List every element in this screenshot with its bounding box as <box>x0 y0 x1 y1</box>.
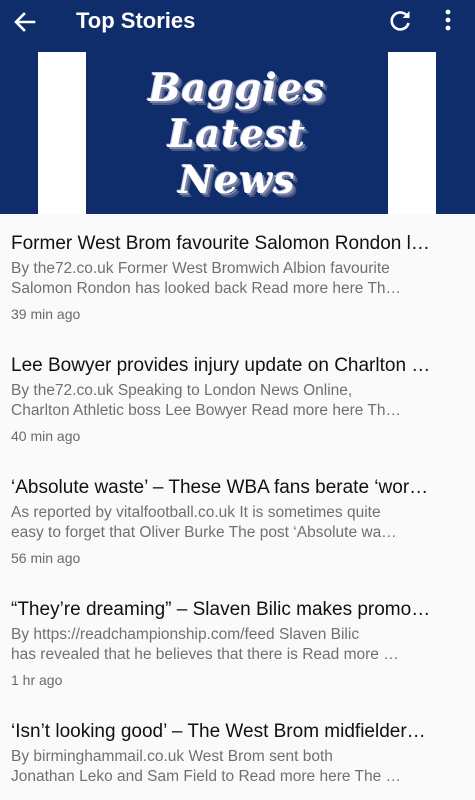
banner-logo-line3: News <box>178 157 296 202</box>
banner-logo-line2: Latest <box>167 111 307 156</box>
story-headline: Former West Brom favourite Salomon Rondo… <box>11 233 430 254</box>
story-timestamp: 39 min ago <box>11 306 81 322</box>
refresh-icon <box>390 11 410 31</box>
story-headline: Lee Bowyer provides injury update on Cha… <box>11 355 431 376</box>
banner-logo-line1: Baggies <box>148 65 326 110</box>
banner-stripe-left <box>38 52 86 214</box>
story-summary-line: By the72.co.uk Speaking to London News O… <box>11 382 353 399</box>
list-item[interactable]: Lee Bowyer provides injury update on Cha… <box>0 336 475 458</box>
banner-stripe-right <box>388 52 436 214</box>
story-headline: “They’re dreaming” – Slaven Bilic makes … <box>11 599 431 620</box>
story-summary: By birminghammail.co.uk West Brom sent b… <box>11 747 453 787</box>
story-headline: ‘Isn’t looking good’ – The West Brom mid… <box>11 721 426 742</box>
story-summary-line: As reported by vitalfootball.co.uk It is… <box>11 504 381 521</box>
story-summary-line: By the72.co.uk Former West Bromwich Albi… <box>11 260 390 277</box>
story-list: Former West Brom favourite Salomon Rondo… <box>0 214 475 800</box>
story-summary-line: has revealed that he believes that there… <box>11 646 399 663</box>
story-summary: By the72.co.uk Speaking to London News O… <box>11 381 453 421</box>
app-bar: Top Stories <box>0 0 475 44</box>
story-summary-line: Charlton Athletic boss Lee Bowyer Read m… <box>11 402 401 419</box>
story-summary: By the72.co.uk Former West Bromwich Albi… <box>11 259 453 299</box>
story-summary-line: Salomon Rondon has looked back Read more… <box>11 280 402 297</box>
overflow-menu-button[interactable] <box>436 7 460 35</box>
back-button[interactable] <box>10 7 40 37</box>
refresh-button[interactable] <box>386 7 414 35</box>
story-timestamp: 56 min ago <box>11 550 81 566</box>
story-summary-line: By birminghammail.co.uk West Brom sent b… <box>11 748 333 765</box>
list-item[interactable]: “They’re dreaming” – Slaven Bilic makes … <box>0 580 475 702</box>
story-summary: By https://readchampionship.com/feed Sla… <box>11 625 453 665</box>
story-summary-line: Jonathan Leko and Sam Field to Read more… <box>11 768 402 785</box>
list-item[interactable]: ‘Absolute waste’ – These WBA fans berate… <box>0 458 475 580</box>
list-item[interactable]: Former West Brom favourite Salomon Rondo… <box>0 214 475 336</box>
list-item[interactable]: ‘Isn’t looking good’ – The West Brom mid… <box>0 702 475 800</box>
story-timestamp: 40 min ago <box>11 428 81 444</box>
story-headline: ‘Absolute waste’ – These WBA fans berate… <box>11 477 429 498</box>
story-timestamp: 1 hr ago <box>11 672 63 688</box>
story-summary-line: By https://readchampionship.com/feed Sla… <box>11 626 360 643</box>
page-title: Top Stories <box>76 8 196 33</box>
header-banner: Baggies Latest News <box>0 44 475 214</box>
story-summary-line: easy to forget that Oliver Burke The pos… <box>11 524 397 541</box>
story-summary: As reported by vitalfootball.co.uk It is… <box>11 503 453 543</box>
more-vertical-icon <box>445 9 451 31</box>
arrow-left-icon <box>14 12 36 32</box>
